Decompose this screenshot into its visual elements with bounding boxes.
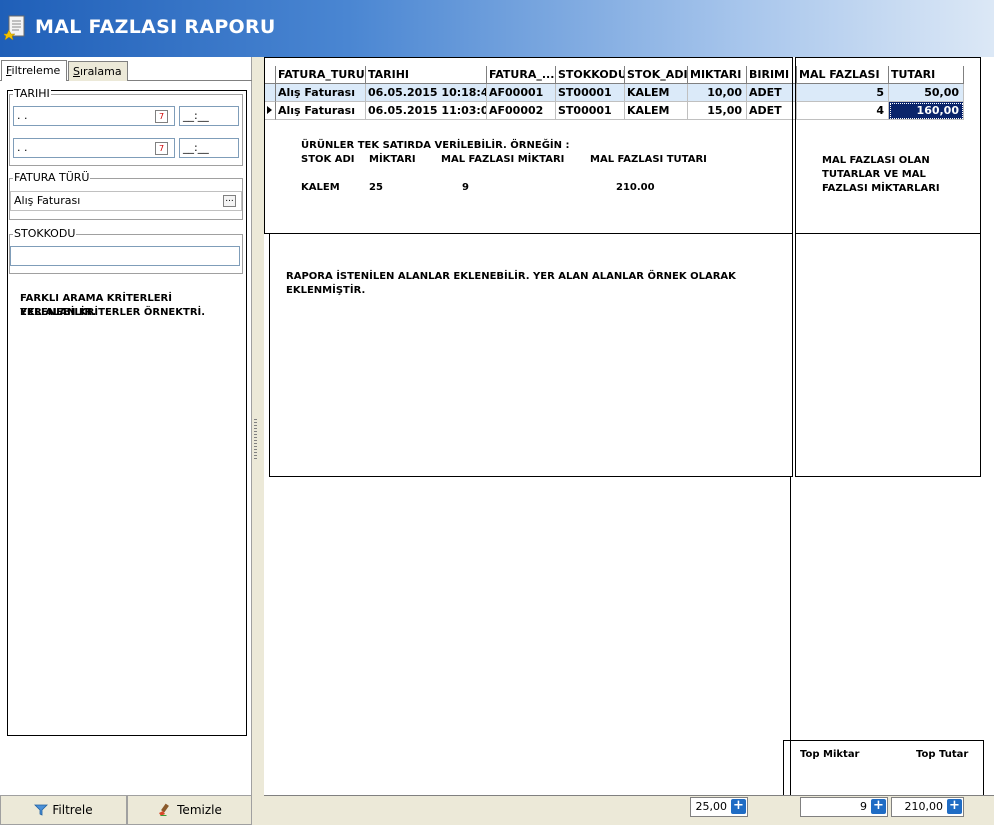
fatura-turu-value: Alış Faturası (14, 194, 81, 207)
ellipsis-icon[interactable]: ... (223, 195, 236, 207)
time-end-value: __:__ (183, 141, 209, 154)
tab-siralama-label: ıralama (79, 65, 122, 78)
tab-siralama-mnemonic: S (73, 65, 80, 78)
page-title: MAL FAZLASI RAPORU (35, 16, 276, 38)
filter-note-line-2: YER ALAN KRİTERLER ÖRNEKTRİ. (20, 307, 206, 318)
example-header: MAL FAZLASI MİKTARI (441, 154, 565, 165)
filter-panel: Filtreleme Sıralama TARIHI . . 7 __:__ .… (0, 57, 252, 825)
filtrele-label: Filtrele (52, 803, 93, 817)
tab-filtreleme[interactable]: Filtreleme (1, 60, 67, 81)
time-start-input[interactable]: __:__ (179, 106, 239, 126)
date-start-input[interactable]: . . (13, 106, 175, 126)
tab-filtreleme-label: iltreleme (11, 64, 61, 77)
plus-icon[interactable]: + (871, 799, 886, 814)
calendar-icon[interactable]: 7 (155, 110, 168, 123)
tarihi-group: TARIHI . . 7 __:__ . . 7 __:__ (9, 87, 243, 166)
highlight-box (795, 57, 981, 234)
right-note-line: TUTARLAR VE MAL (822, 169, 926, 180)
example-value: KALEM (301, 182, 340, 193)
plus-icon[interactable]: + (731, 799, 746, 814)
temizle-button[interactable]: Temizle (127, 795, 252, 825)
filtrele-button[interactable]: Filtrele (0, 795, 127, 825)
tab-strip: Filtreleme Sıralama (0, 59, 252, 81)
splitter[interactable] (252, 57, 259, 825)
top-tutar-label: Top Tutar (916, 749, 969, 760)
miktari-total-value: 25,00 (695, 800, 728, 813)
report-note-line: EKLENMİŞTİR. (286, 285, 366, 296)
example-value: 210.00 (616, 182, 655, 193)
eraser-icon (159, 803, 170, 816)
temizle-label: Temizle (177, 803, 222, 817)
right-note-line: FAZLASI MİKTARLARI (822, 183, 940, 194)
right-note-line: MAL FAZLASI OLAN (822, 155, 930, 166)
mal-fazlasi-total-value: 9 (860, 800, 867, 813)
calendar-icon[interactable]: 7 (155, 142, 168, 155)
date-end-value: . . (17, 141, 28, 154)
example-title: ÜRÜNLER TEK SATIRDA VERİLEBİLİR. ÖRNEĞİN… (301, 140, 570, 151)
splitter-grip[interactable] (254, 419, 257, 459)
date-start-value: . . (17, 109, 28, 122)
report-icon (4, 15, 25, 41)
fatura-turu-group: FATURA TÜRÜ Alış Faturası ... (9, 171, 243, 220)
tarihi-label: TARIHI (13, 87, 51, 100)
example-value: 9 (462, 182, 469, 193)
report-note-line: RAPORA İSTENİLEN ALANLAR EKLENEBİLİR. YE… (286, 271, 736, 282)
top-miktar-label: Top Miktar (800, 749, 860, 760)
example-header: MİKTARI (369, 154, 416, 165)
plus-icon[interactable]: + (947, 799, 962, 814)
example-header: MAL FAZLASI TUTARI (590, 154, 707, 165)
tab-siralama[interactable]: Sıralama (68, 61, 128, 81)
date-end-input[interactable]: . . (13, 138, 175, 158)
title-bar: MAL FAZLASI RAPORU (0, 0, 994, 57)
example-header: STOK ADI (301, 154, 355, 165)
right-note-box (795, 234, 981, 477)
stokkodu-label: STOKKODU (13, 227, 77, 240)
fatura-turu-label: FATURA TÜRÜ (13, 171, 91, 184)
tutari-total-value: 210,00 (904, 800, 944, 813)
stokkodu-group: STOKKODU (9, 227, 243, 274)
stokkodu-input[interactable] (10, 246, 240, 266)
filter-criteria-area: TARIHI . . 7 __:__ . . 7 __:__ FATURA TÜ… (7, 87, 247, 736)
fatura-turu-input[interactable]: Alış Faturası (10, 191, 242, 211)
filter-icon (34, 804, 49, 816)
time-start-value: __:__ (183, 109, 209, 122)
time-end-input[interactable]: __:__ (179, 138, 239, 158)
example-value: 25 (369, 182, 383, 193)
